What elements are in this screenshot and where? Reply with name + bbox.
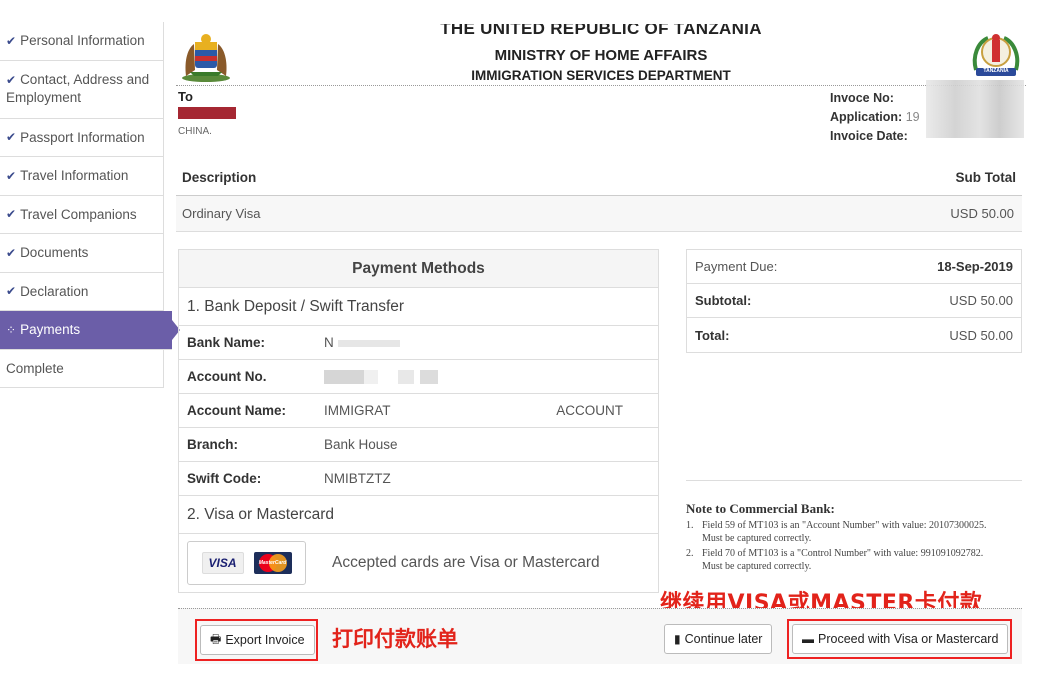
payment-due-row: Payment Due: 18-Sep-2019 <box>687 250 1021 284</box>
payment-due-label: Payment Due: <box>695 259 778 274</box>
sidebar-item-payments[interactable]: ⁘ Payments <box>0 311 180 350</box>
subtotal-value: USD 50.00 <box>949 293 1013 308</box>
bank-name-label: Bank Name: <box>187 335 266 350</box>
card-section-title: 2. Visa or Mastercard <box>179 496 658 534</box>
invoice-no-label: Invoce No: <box>830 91 894 105</box>
sidebar-item-label: Complete <box>6 360 64 376</box>
sidebar-item-label: Payments <box>20 322 81 338</box>
payment-due-value: 18-Sep-2019 <box>937 259 1013 274</box>
subtotal-label: Subtotal: <box>695 293 752 308</box>
table-row: Ordinary Visa USD 50.00 <box>176 196 1022 232</box>
sidebar-item-personal-information[interactable]: ✔ Personal Information <box>0 22 163 61</box>
header-ministry: MINISTRY OF HOME AFFAIRS <box>494 47 708 64</box>
redacted-account-no <box>324 369 658 385</box>
bank-name-row: Bank Name: N <box>179 326 658 360</box>
sidebar-item-travel-companions[interactable]: ✔ Travel Companions <box>0 196 163 234</box>
bank-note: Note to Commercial Bank: 1. Field 59 of … <box>686 480 1022 575</box>
spinner-icon: ⁘ <box>6 322 17 337</box>
total-row: Total: USD 50.00 <box>687 318 1021 352</box>
bank-note-title: Note to Commercial Bank: <box>686 501 835 516</box>
payment-summary: Payment Due: 18-Sep-2019 Subtotal: USD 5… <box>686 249 1022 353</box>
total-label: Total: <box>695 327 730 343</box>
list-item: 1. Field 59 of MT103 is an "Account Numb… <box>686 520 987 544</box>
check-icon: ✔ <box>6 168 17 183</box>
account-name-label: Account Name: <box>187 403 287 418</box>
bank-section-title: 1. Bank Deposit / Swift Transfer <box>179 288 658 326</box>
annotation-print-invoice: 打印付款账单 <box>332 627 458 651</box>
proceed-highlight-box <box>787 619 1012 659</box>
invoice-date-label: Invoice Date: <box>830 129 908 143</box>
card-logos-box: VISA MasterCard <box>187 541 306 585</box>
bank-name-value: N <box>324 335 658 350</box>
swift-label: Swift Code: <box>187 471 262 486</box>
subtotal-row: Subtotal: USD 50.00 <box>687 284 1021 318</box>
redacted-invoice-values <box>926 80 1024 138</box>
invoice-header: THE UNITED REPUBLIC OF TANZANIA MINISTRY… <box>176 22 1026 86</box>
to-country: CHINA. <box>178 126 212 137</box>
account-no-row: Account No. <box>179 360 658 394</box>
sidebar-item-label: ✔ Contact, Address and Employment <box>6 71 150 105</box>
check-icon: ✔ <box>6 33 17 48</box>
payment-methods-panel: Payment Methods 1. Bank Deposit / Swift … <box>178 249 659 593</box>
account-name-row: Account Name: IMMIGRAT ACCOUNT <box>179 394 658 428</box>
application-value: 19 <box>905 110 920 124</box>
visa-logo-icon: VISA <box>201 552 244 574</box>
header-country: THE UNITED REPUBLIC OF TANZANIA <box>440 24 762 38</box>
card-logos-row: VISA MasterCard Accepted cards are Visa … <box>179 534 658 592</box>
branch-value: Bank House <box>324 437 398 452</box>
immigration-emblem-icon <box>972 34 1020 76</box>
swift-value: NMIBTZTZ <box>324 471 391 486</box>
payment-methods-title: Payment Methods <box>179 250 658 288</box>
sidebar-item-passport-information[interactable]: ✔ Passport Information <box>0 119 163 157</box>
check-icon: ✔ <box>6 130 17 145</box>
bookmark-icon: ▮ <box>674 632 681 646</box>
emblem-banner-text: TANZANIA <box>983 68 1009 74</box>
invoice-meta: Invoce No: Application: 19 Invoice Date: <box>830 89 920 146</box>
sidebar-item-label: Passport Information <box>20 129 145 145</box>
branch-label: Branch: <box>187 437 239 452</box>
redacted-bank-name <box>337 339 400 347</box>
branch-row: Branch: Bank House <box>179 428 658 462</box>
account-name-value: IMMIGRAT ACCOUNT <box>324 403 623 418</box>
continue-later-button[interactable]: ▮ Continue later <box>664 624 773 654</box>
sidebar-item-label: Documents <box>20 245 89 261</box>
account-no-label: Account No. <box>187 369 267 384</box>
item-subtotal: USD 50.00 <box>950 206 1014 221</box>
wizard-sidebar: ✔ Personal Information ✔ Contact, Address… <box>0 22 180 388</box>
export-highlight-box <box>195 619 318 661</box>
items-table-header: Description Sub Total <box>176 160 1022 196</box>
redacted-recipient-name <box>178 107 236 119</box>
accepted-cards-text: Accepted cards are Visa or Mastercard <box>332 554 600 571</box>
sidebar-item-declaration[interactable]: ✔ Declaration <box>0 273 163 311</box>
sidebar-item-label: Travel Information <box>20 168 129 184</box>
check-icon: ✔ <box>6 245 17 260</box>
mastercard-logo-icon: MasterCard <box>253 552 292 574</box>
application-row: Application: 19 <box>830 108 920 127</box>
to-label: To <box>178 89 193 104</box>
total-value: USD 50.00 <box>949 327 1013 343</box>
sidebar-item-travel-information[interactable]: ✔ Travel Information <box>0 157 163 196</box>
sidebar-item-contact-address-employment[interactable]: ✔ Contact, Address and Employment <box>0 61 163 119</box>
swift-row: Swift Code: NMIBTZTZ <box>179 462 658 496</box>
sidebar-item-label: Personal Information <box>20 33 145 49</box>
list-item: 2. Field 70 of MT103 is a "Control Numbe… <box>686 548 984 572</box>
sidebar-item-label: Travel Companions <box>20 206 137 222</box>
col-subtotal: Sub Total <box>955 170 1017 185</box>
header-department: IMMIGRATION SERVICES DEPARTMENT <box>471 68 731 83</box>
check-icon: ✔ <box>6 207 17 222</box>
item-description: Ordinary Visa <box>182 206 261 221</box>
check-icon: ✔ <box>6 72 17 87</box>
sidebar-item-documents[interactable]: ✔ Documents <box>0 234 163 273</box>
action-bar: 🖶 Export Invoice 打印付款账单 ▮ Continue later… <box>178 608 1022 664</box>
check-icon: ✔ <box>6 284 17 299</box>
sidebar-item-label: Declaration <box>20 283 89 299</box>
col-description: Description <box>182 170 257 185</box>
application-label: Application: <box>830 110 903 124</box>
sidebar-item-complete[interactable]: Complete <box>0 350 163 388</box>
